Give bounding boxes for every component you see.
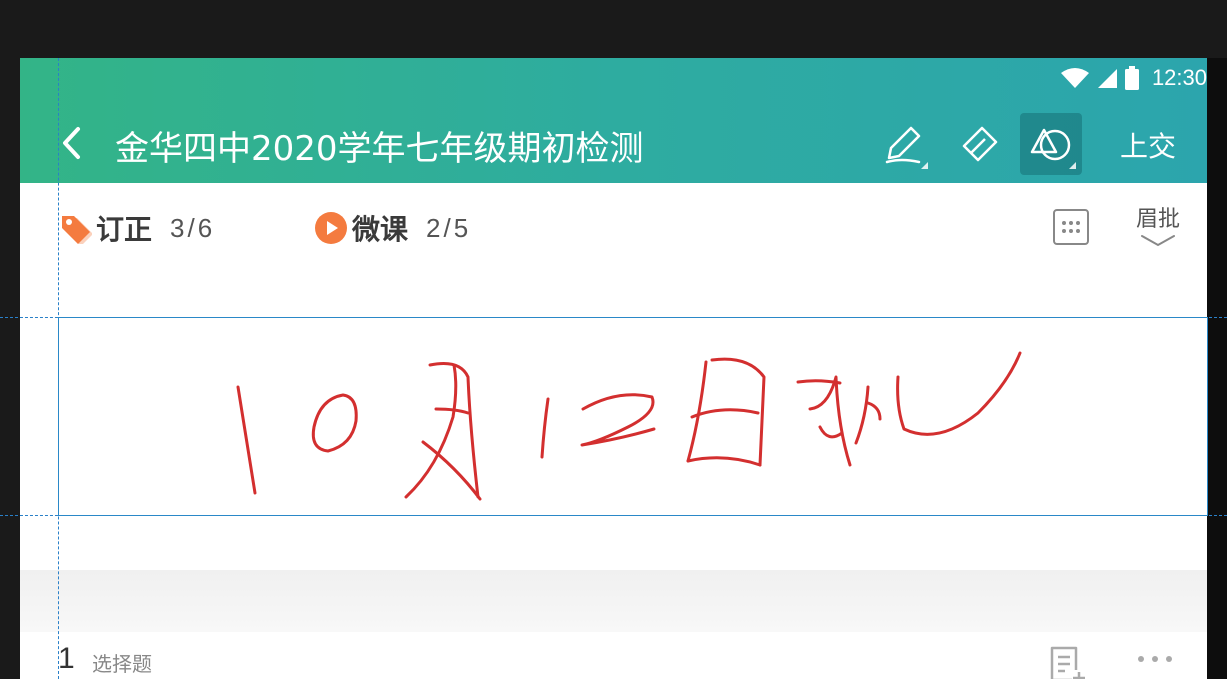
eraser-icon [962,126,998,162]
more-options-button[interactable] [1138,656,1178,666]
micro-lesson-count: 2/5 [426,212,472,243]
play-icon [315,212,347,244]
more-dot-icon [1166,656,1172,662]
battery-icon [1124,66,1139,90]
screen-edge [1207,58,1227,679]
grid-icon [1053,209,1089,245]
title-bar: 金华四中2020学年七年级期初检测 上交 [20,113,1207,175]
shape-icon [1030,128,1071,161]
more-dot-icon [1138,656,1144,662]
wifi-icon [1060,68,1089,88]
status-bar: 12:30 [1060,64,1207,92]
back-arrow-icon [63,127,80,159]
annotation-toggle[interactable]: 眉批 [1130,201,1186,252]
question-header: 1 选择题 [20,632,1207,679]
question-type: 选择题 [92,652,152,676]
question-grid-button[interactable] [1052,208,1090,246]
annotation-label: 眉批 [1135,207,1180,232]
pen-tool-button[interactable] [872,113,934,175]
add-note-icon [1050,646,1085,679]
micro-lesson-stat[interactable]: 微课 2/5 [314,208,471,248]
pen-options-indicator [921,162,928,169]
summary-bar: 订正 3/6 微课 2/5 眉批 [20,183,1207,263]
signal-icon [1097,69,1117,88]
chevron-down-icon [1141,235,1175,247]
eraser-tool-button[interactable] [947,113,1009,175]
correction-count: 3/6 [170,212,216,243]
question-number: 1 [58,642,75,675]
app-bar: 12:30 金华四中2020学年七年级期初检测 上交 [20,58,1207,183]
pen-icon [885,126,921,164]
handwritten-annotation [236,351,1022,501]
shape-options-indicator [1069,162,1076,169]
micro-lesson-label: 微课 [352,213,409,246]
tag-icon [62,216,92,244]
add-note-button[interactable] [1048,644,1088,679]
section-divider [20,570,1207,632]
submit-button[interactable]: 上交 [1120,125,1176,165]
correction-label: 订正 [96,213,153,246]
status-time: 12:30 [1151,65,1207,90]
more-dot-icon [1152,656,1158,662]
correction-stat[interactable]: 订正 3/6 [60,208,215,248]
page-title: 金华四中2020学年七年级期初检测 [115,129,644,169]
shape-tool-button[interactable] [1020,113,1082,175]
